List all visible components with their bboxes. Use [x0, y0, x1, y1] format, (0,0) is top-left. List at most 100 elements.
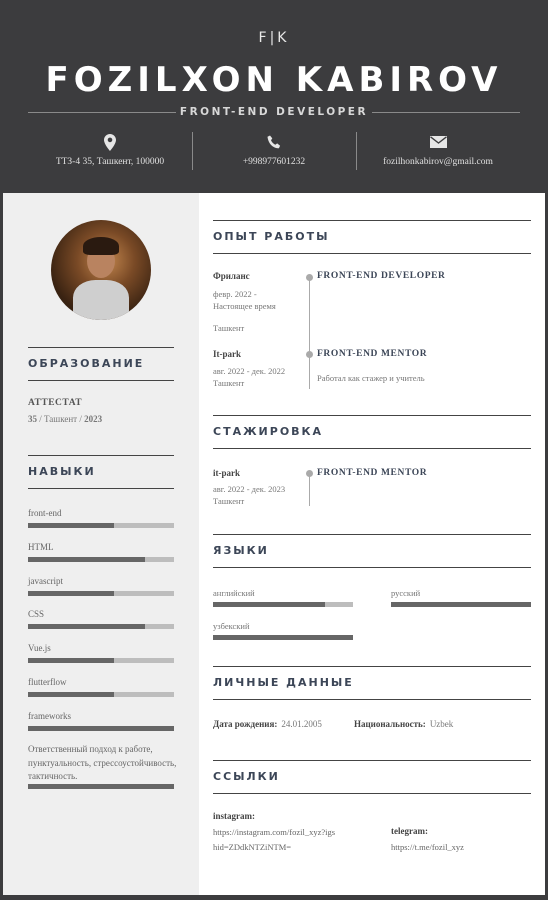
skills-title: НАВЫКИ: [28, 455, 174, 489]
education-year: 2023: [84, 414, 103, 424]
language-bar: [213, 635, 353, 640]
languages-title: ЯЗЫКИ: [213, 534, 531, 568]
resume-header: F|K FOZILXON KABIROV FRONT-END DEVELOPER…: [0, 0, 548, 193]
skill-bar: [28, 591, 174, 596]
contact-email: fozilhonkabirov@gmail.com: [353, 133, 523, 167]
education-school: 35: [28, 414, 37, 424]
address-text: ТТЗ-4 35, Ташкент, 100000: [55, 157, 165, 167]
soft-skills-note: Ответственный подход к работе, пунктуаль…: [28, 744, 177, 781]
skill-bar: [28, 658, 174, 663]
main-content: ОПЫТ РАБОТЫ Фриланс февр. 2022 - Настоящ…: [199, 193, 545, 895]
language-fill: [213, 635, 353, 640]
skill-bar: [28, 557, 174, 562]
skill-fill: [28, 523, 115, 528]
email-text[interactable]: fozilhonkabirov@gmail.com: [353, 157, 523, 167]
profile-photo: [51, 220, 151, 320]
skill-fill: [28, 591, 115, 596]
skill-fill: [28, 726, 174, 731]
envelope-icon: [353, 133, 523, 151]
skill-item: javascript: [28, 576, 174, 596]
skill-label: frameworks: [28, 711, 71, 721]
job-description: Работал как стажер и учитель: [317, 373, 425, 383]
timeline-line: [309, 279, 310, 389]
language-fill: [391, 602, 531, 607]
language-fill: [213, 602, 325, 607]
language-item: узбекский: [213, 621, 353, 640]
full-name: FOZILXON KABIROV: [45, 60, 503, 100]
skill-label: HTML: [28, 542, 54, 552]
soft-skills-bar: [28, 784, 174, 789]
timeline-dot: [306, 351, 313, 358]
skill-item: HTML: [28, 542, 174, 562]
experience-title: ОПЫТ РАБОТЫ: [213, 220, 531, 254]
resume-page: F|K FOZILXON KABIROV FRONT-END DEVELOPER…: [0, 0, 548, 900]
nationality-value: Uzbek: [429, 719, 454, 729]
internship-dates: авг. 2022 - дек. 2023: [213, 484, 286, 494]
skill-item: Vue.js: [28, 643, 174, 663]
nationality: Национальность: Uzbek: [354, 719, 453, 729]
contact-address: ТТЗ-4 35, Ташкент, 100000: [25, 133, 195, 167]
education-degree: АТТЕСТАТ: [28, 398, 83, 408]
education-title: ОБРАЗОВАНИЕ: [28, 347, 174, 381]
language-bar: [213, 602, 353, 607]
personal-title: ЛИЧНЫЕ ДАННЫЕ: [213, 666, 531, 700]
internship-city: Ташкент: [213, 496, 245, 506]
internship-title: СТАЖИРОВКА: [213, 415, 531, 449]
skill-fill: [28, 557, 145, 562]
instagram-label: instagram:: [213, 811, 255, 821]
sidebar: ОБРАЗОВАНИЕ АТТЕСТАТ 35 / Ташкент / 2023…: [3, 193, 199, 895]
job-title: FRONT-END DEVELOPER: [317, 271, 446, 281]
job-company: It-park: [213, 349, 242, 359]
language-bar: [391, 602, 531, 607]
skill-bar: [28, 692, 174, 697]
contact-phone: +998977601232: [189, 133, 359, 167]
links-title: ССЫЛКИ: [213, 760, 531, 794]
skill-bar: [28, 726, 174, 731]
skill-label: front-end: [28, 508, 62, 518]
language-item: русский: [391, 588, 531, 607]
phone-text[interactable]: +998977601232: [189, 157, 359, 167]
birth-date: Дата рождения: 24.01.2005: [213, 719, 322, 729]
internship-job-title: FRONT-END MENTOR: [317, 468, 428, 478]
phone-icon: [189, 133, 359, 151]
skill-item: frameworks: [28, 711, 174, 731]
education-city: Ташкент: [44, 414, 78, 424]
language-label: узбекский: [213, 621, 250, 631]
skill-bar: [28, 624, 174, 629]
skill-label: flutterflow: [28, 677, 67, 687]
job-dates: февр. 2022 - Настоящее время: [213, 289, 276, 311]
skill-label: CSS: [28, 609, 45, 619]
instagram-link-line2[interactable]: hid=ZDdkNTZiNTM=: [213, 840, 291, 855]
skill-item: CSS: [28, 609, 174, 629]
job-role: FRONT-END DEVELOPER: [179, 106, 369, 118]
separator: /: [37, 414, 45, 424]
language-label: английский: [213, 588, 255, 598]
skill-fill: [28, 624, 145, 629]
skill-label: javascript: [28, 576, 63, 586]
skill-label: Vue.js: [28, 643, 51, 653]
job-dates: авг. 2022 - дек. 2022: [213, 366, 286, 376]
internship-company: it-park: [213, 468, 240, 478]
skill-item: flutterflow: [28, 677, 174, 697]
timeline-dot: [306, 274, 313, 281]
language-item: английский: [213, 588, 353, 607]
birth-value: 24.01.2005: [281, 719, 322, 729]
education-details: 35 / Ташкент / 2023: [28, 414, 102, 424]
language-label: русский: [391, 588, 421, 598]
job-city: Ташкент: [213, 323, 245, 333]
instagram-link-line1[interactable]: https://instagram.com/fozil_xyz?igs: [213, 825, 335, 840]
skill-item: front-end: [28, 508, 174, 528]
job-title: FRONT-END MENTOR: [317, 349, 428, 359]
skill-fill: [28, 658, 115, 663]
job-company: Фриланс: [213, 271, 250, 281]
timeline-line: [309, 473, 310, 506]
nationality-label: Национальность:: [354, 719, 426, 729]
location-pin-icon: [25, 133, 195, 151]
telegram-label: telegram:: [391, 826, 428, 836]
skill-bar: [28, 523, 174, 528]
skill-fill: [28, 692, 115, 697]
timeline-dot: [306, 470, 313, 477]
job-city: Ташкент: [213, 378, 245, 388]
birth-label: Дата рождения:: [213, 719, 278, 729]
telegram-link[interactable]: https://t.me/fozil_xyz: [391, 840, 464, 855]
